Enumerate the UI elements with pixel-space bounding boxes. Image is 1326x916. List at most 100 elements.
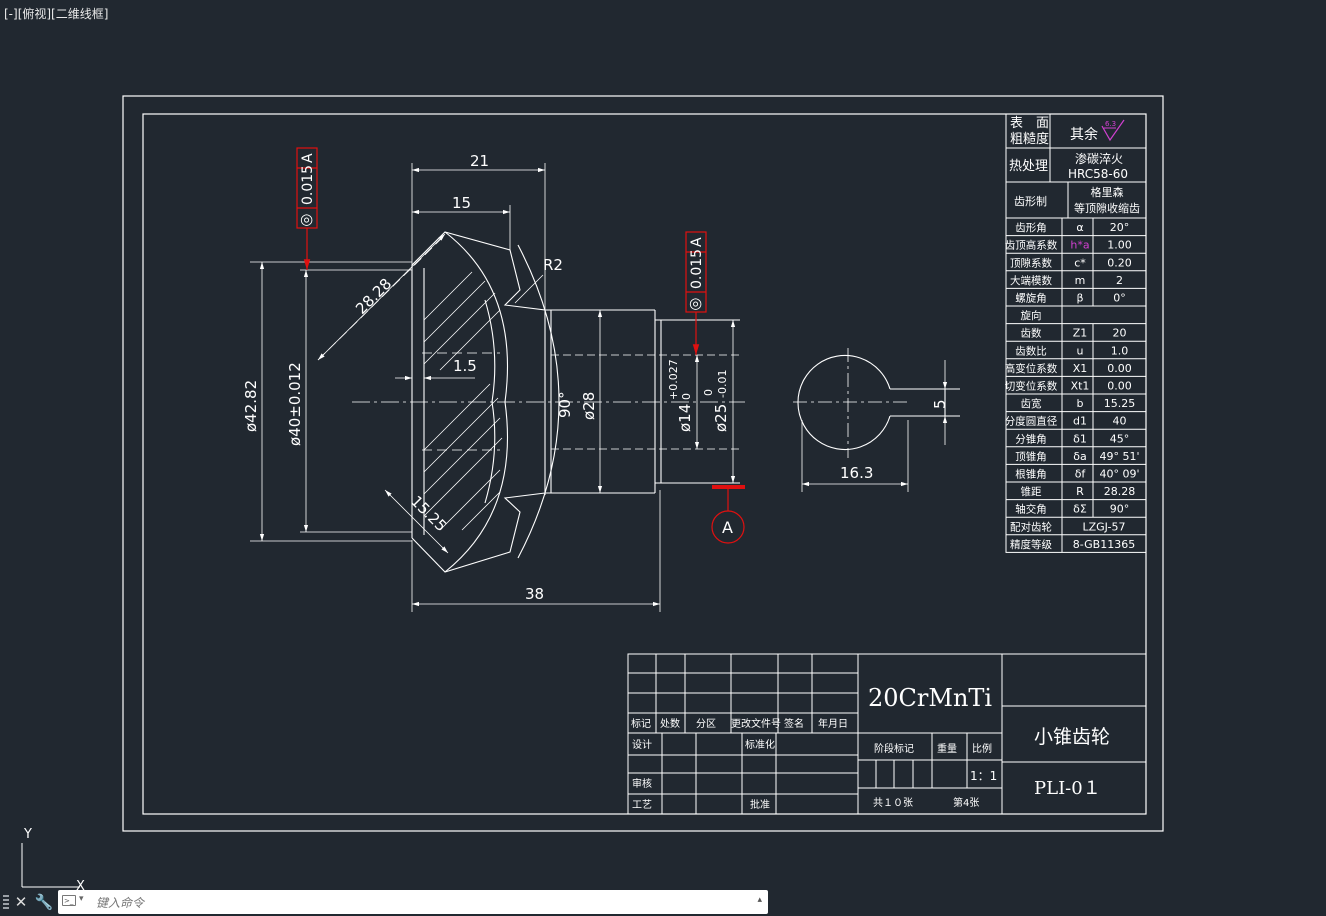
- dim-25: ø25: [712, 404, 730, 432]
- tb-header-change-doc: 更改文件号: [731, 717, 781, 730]
- gear-table-row-symbol: Xt1: [1071, 380, 1090, 393]
- dim-90-angle: 90°: [556, 391, 574, 418]
- dimension-texts-main: 21 15 R2 28.28 1.5 ø42.82 ø40±0.012 90° …: [242, 152, 730, 603]
- gear-table-row-symbol: b: [1077, 397, 1084, 410]
- dim-15-25: 15.25: [407, 492, 450, 535]
- gear-table-row-symbol: c*: [1074, 256, 1086, 269]
- concentricity-icon: ◎: [300, 210, 313, 228]
- gear-table-row-name: 顶锥角: [1015, 451, 1047, 463]
- gear-table-row-value: 49° 51': [1099, 450, 1139, 463]
- heat-treatment-value-a: 渗碳淬火: [1075, 151, 1123, 166]
- keyway-section-view: [793, 348, 960, 492]
- drawing-canvas[interactable]: 21 15 R2 28.28 1.5 ø42.82 ø40±0.012 90° …: [0, 0, 1326, 916]
- datum-a-symbol: A: [711, 485, 745, 544]
- tb-header-date: 年月日: [818, 717, 848, 730]
- gear-table-row-name: 根锥角: [1015, 468, 1047, 481]
- dim-25-tol-lower: -0.01: [716, 370, 729, 398]
- gear-table-row-value: 2: [1116, 274, 1123, 287]
- command-prompt-icon[interactable]: >_: [62, 895, 76, 906]
- gear-table-row-name: 切变位系数: [1005, 380, 1058, 393]
- gear-table-row-value: 0.00: [1107, 362, 1132, 375]
- gear-table-row-name: 齿宽: [1021, 397, 1043, 410]
- dim-1-5: 1.5: [453, 357, 477, 375]
- gear-table-row-value: 15.25: [1104, 397, 1136, 410]
- tolerance-frame-left: A 0.015 ◎: [296, 147, 318, 270]
- heat-treatment-value-b: HRC58-60: [1068, 167, 1128, 181]
- command-bar-grip[interactable]: [3, 895, 9, 911]
- tb-approve: 批准: [750, 798, 770, 811]
- gear-table-row-name: 螺旋角: [1015, 292, 1047, 305]
- tb-process: 工艺: [632, 799, 652, 811]
- dim-15: 15: [452, 194, 471, 212]
- tb-scale-value: 1：1: [970, 769, 997, 783]
- command-input[interactable]: [94, 892, 738, 914]
- gear-table-row-symbol: δa: [1073, 450, 1086, 463]
- gear-table-head-value-b: 等顶隙收缩齿: [1074, 201, 1140, 215]
- tb-total-sheets: 共１０张: [873, 797, 913, 809]
- gear-table-row-name: 大端模数: [1010, 274, 1052, 287]
- tb-header-signature: 签名: [784, 717, 804, 730]
- gear-table-row-symbol: d1: [1073, 415, 1087, 428]
- gear-table-row-value: 40: [1113, 415, 1127, 428]
- tb-review: 审核: [632, 777, 652, 790]
- tolerance-left-value: 0.015: [300, 165, 316, 205]
- gear-table-row-name: 齿数: [1021, 327, 1043, 340]
- dim-38: 38: [525, 585, 544, 603]
- gear-table-row-value: LZGJ-57: [1082, 520, 1125, 533]
- tb-stage-mark: 阶段标记: [874, 742, 914, 755]
- chevron-down-icon[interactable]: ▾: [79, 894, 84, 904]
- gear-table-row-value: 0°: [1113, 292, 1126, 305]
- gear-table-row-name: 齿形角: [1015, 222, 1047, 234]
- gear-table-row-symbol: R: [1076, 485, 1084, 498]
- tb-part-name: 小锥齿轮: [1034, 726, 1110, 748]
- tb-material: 20CrMnTi: [868, 684, 992, 712]
- dim-14-tol-upper: +0.027: [667, 359, 680, 400]
- gear-table-row-name: 顶隙系数: [1010, 256, 1052, 269]
- gear-table-row-symbol: δf: [1075, 468, 1087, 481]
- title-block-texts: 标记 处数 分区 更改文件号 签名 年月日 设计 标准化 审核 工艺 批准 20…: [631, 684, 1110, 811]
- tolerance-frame-right: A 0.015 ◎: [685, 231, 707, 355]
- gear-table-row-value: 20: [1113, 327, 1127, 340]
- gear-table-row-value: 1.00: [1107, 239, 1132, 252]
- tb-weight: 重量: [937, 742, 957, 755]
- surface-value: 其余: [1070, 126, 1098, 143]
- close-icon[interactable]: ✕: [11, 892, 31, 912]
- dim-16-3: 16.3: [840, 464, 873, 482]
- tb-design: 设计: [632, 738, 652, 751]
- surface-label-b: 粗糙度: [1010, 131, 1049, 147]
- heat-treatment-label: 热处理: [1009, 159, 1048, 174]
- command-line[interactable]: >_ ▾ ▴: [58, 890, 768, 914]
- gear-table-row-name: 锥距: [1021, 486, 1043, 498]
- gear-table-row-symbol: α: [1076, 221, 1083, 234]
- tolerance-right-value: 0.015: [689, 249, 705, 289]
- chevron-up-icon[interactable]: ▴: [757, 895, 762, 905]
- dim-r2: R2: [543, 256, 563, 274]
- gear-table-row-name: 齿数比: [1015, 344, 1047, 357]
- surface-label-a: 表 面: [1010, 116, 1049, 131]
- tb-standardize: 标准化: [745, 738, 775, 751]
- dim-25-tol-upper: 0: [702, 389, 715, 396]
- gear-table-head-label: 齿形制: [1014, 195, 1047, 208]
- gear-table-row-value: 8-GB11365: [1073, 538, 1135, 551]
- gear-table-row-symbol: X1: [1073, 362, 1088, 375]
- dim-14: ø14: [676, 404, 694, 432]
- sheet-inner-frame: [142, 113, 1147, 815]
- gear-table-head-value-a: 格里森: [1091, 185, 1124, 199]
- gear-table-row-value: 20°: [1110, 221, 1130, 234]
- tolerance-left-datum: A: [300, 153, 316, 163]
- tb-header-zone: 分区: [696, 718, 716, 730]
- dim-21: 21: [470, 152, 489, 170]
- tb-header-mark: 标记: [631, 718, 651, 730]
- wrench-icon[interactable]: 🔧: [34, 892, 54, 912]
- gear-table-row-symbol: δ1: [1073, 432, 1087, 445]
- ucs-y-label: Y: [23, 827, 32, 842]
- gear-table-row-value: 90°: [1110, 503, 1130, 516]
- tb-header-count: 处数: [660, 717, 680, 730]
- concentricity-icon: ◎: [689, 294, 702, 312]
- gear-table-row-symbol: m: [1075, 274, 1086, 287]
- gear-table-row-value: 40° 09': [1099, 468, 1139, 481]
- dim-5: 5: [931, 399, 949, 409]
- gear-table-row-name: 分锥角: [1015, 433, 1047, 445]
- gear-table-row-name: 旋向: [1021, 309, 1042, 322]
- ucs-icon: [21, 843, 80, 888]
